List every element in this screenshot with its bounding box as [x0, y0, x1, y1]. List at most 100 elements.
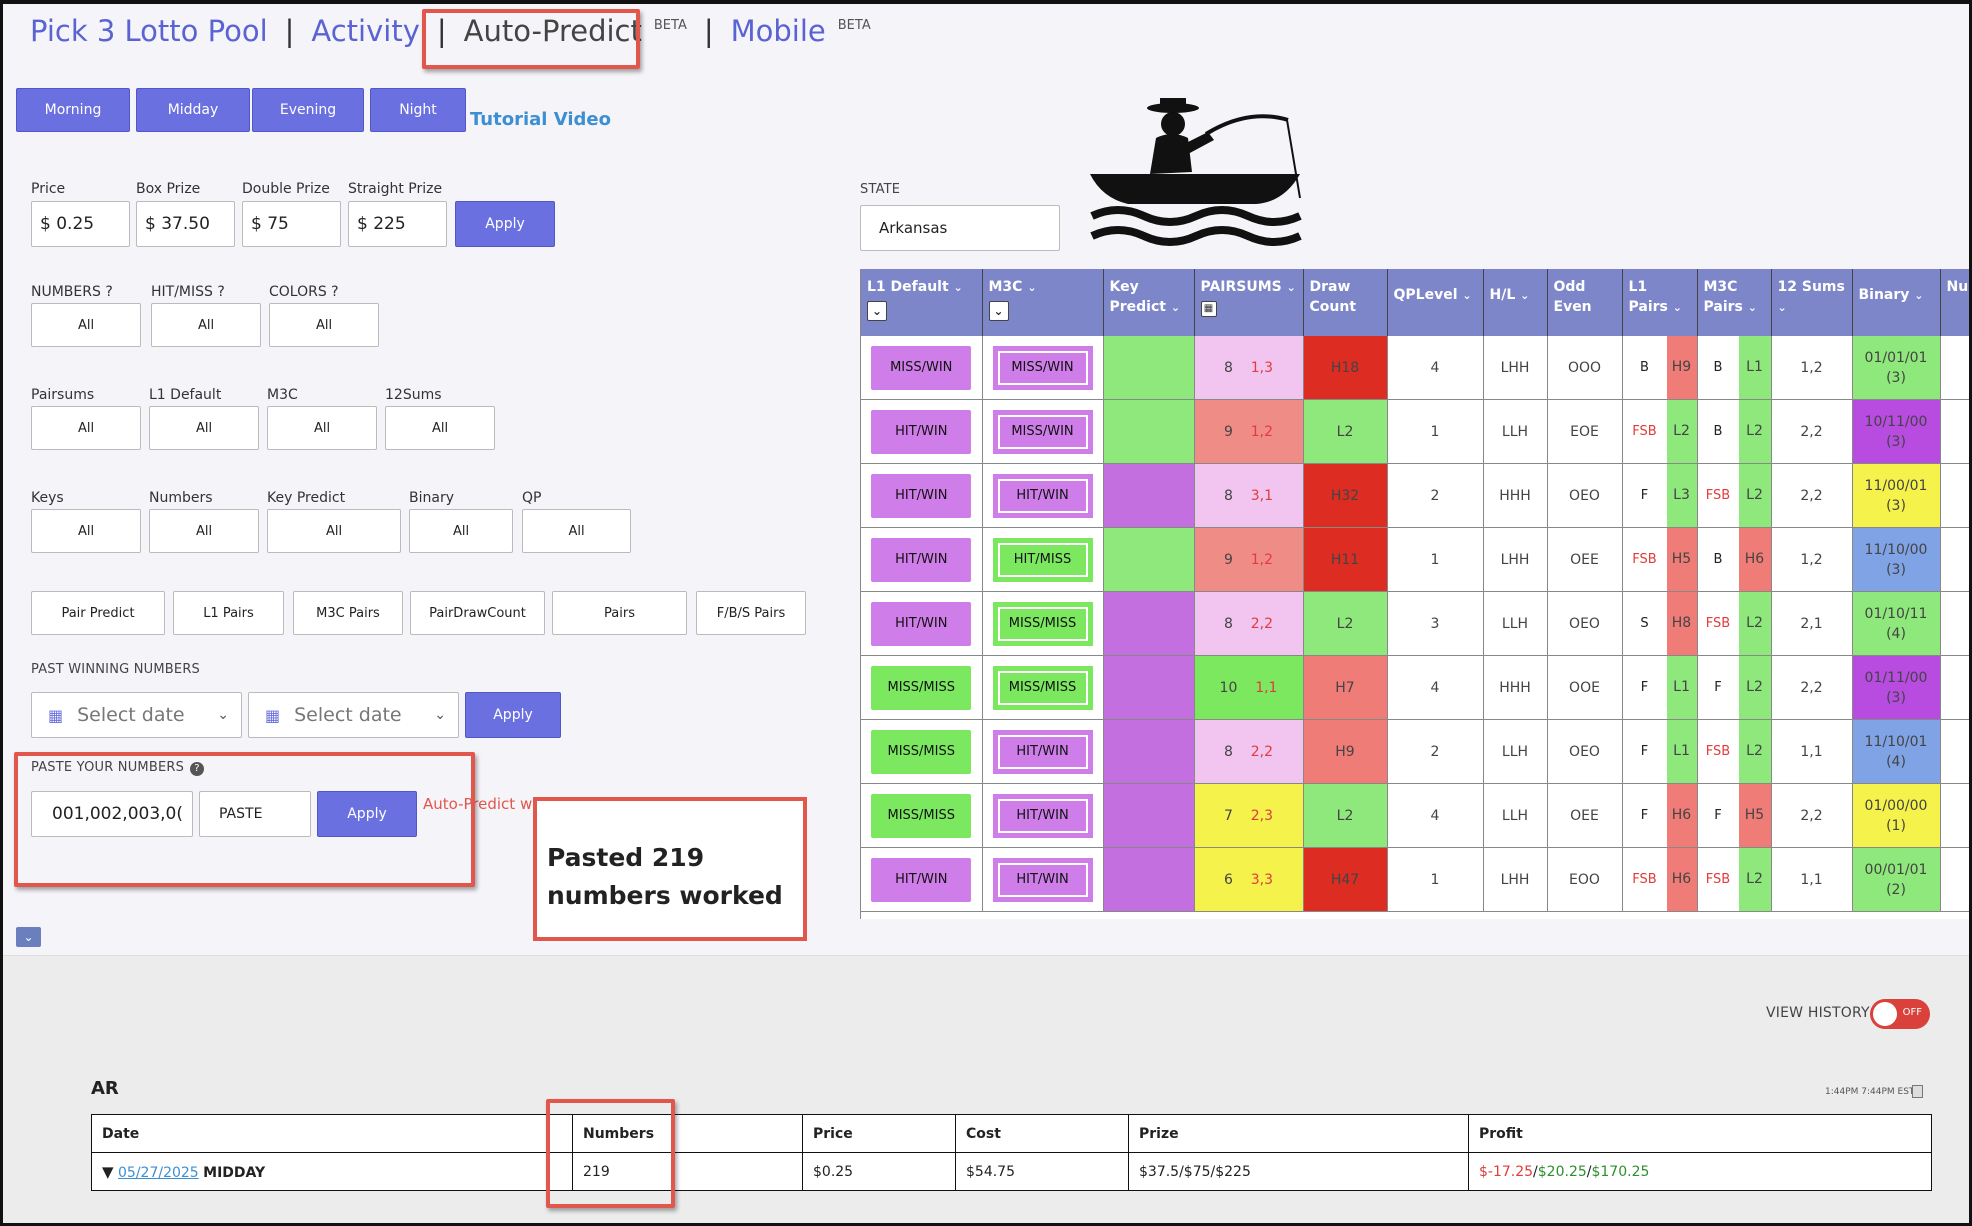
l1-status-pill[interactable]: HIT/WIN [871, 601, 972, 646]
keys-filter[interactable]: All [31, 509, 141, 553]
nav-mobile[interactable]: Mobile [731, 14, 826, 48]
12sums-filter[interactable]: All [385, 406, 495, 450]
binary-cell: 00/01/01 (2) [1852, 847, 1941, 912]
tab-evening[interactable]: Evening [252, 88, 364, 132]
tab-night[interactable]: Night [370, 88, 466, 132]
m3c-pairs-button[interactable]: M3C Pairs [293, 591, 403, 635]
l1-status-pill[interactable]: HIT/WIN [871, 409, 972, 454]
calendar-icon[interactable]: ▦ [1200, 301, 1217, 317]
qplevel-cell: 1 [1387, 847, 1484, 912]
nav-auto-predict[interactable]: Auto-Predict [464, 14, 642, 48]
hitmiss-filter[interactable]: All [151, 303, 261, 347]
col-numbers[interactable]: Nu [1940, 269, 1972, 336]
col-qplevel[interactable]: QPLevel ⌄ [1387, 269, 1484, 336]
pair-predict-button[interactable]: Pair Predict [31, 591, 165, 635]
collapse-chevron-icon[interactable]: ⌄ [16, 927, 41, 947]
col-draw-count[interactable]: Draw Count [1303, 269, 1388, 336]
l1-status-pill[interactable]: HIT/WIN [871, 857, 972, 902]
tutorial-video-link[interactable]: Tutorial Video [470, 109, 611, 130]
price-input[interactable]: $ 0.25 [31, 201, 130, 247]
checkbox-chevron-icon[interactable]: ⌄ [867, 301, 887, 321]
l1-status-pill[interactable]: MISS/MISS [871, 729, 972, 774]
history-date-link[interactable]: 05/27/2025 [118, 1165, 199, 1181]
nav-activity[interactable]: Activity [311, 14, 419, 48]
l1-status-pill[interactable]: MISS/MISS [871, 665, 972, 710]
col-odd-even[interactable]: Odd Even [1547, 269, 1623, 336]
paste-button[interactable]: PASTE [199, 791, 311, 837]
nav-brand[interactable]: Pick 3 Lotto Pool [30, 14, 268, 48]
m3c-status-pill[interactable]: HIT/WIN [992, 793, 1093, 838]
col-m3c-pairs[interactable]: M3C Pairs ⌄ [1697, 269, 1772, 336]
binary-count: (3) [1886, 561, 1906, 578]
help-icon[interactable]: ? [190, 762, 205, 776]
col-key-predict[interactable]: Key Predict ⌄ [1103, 269, 1195, 336]
apply-paste-button[interactable]: Apply [317, 791, 417, 837]
grid-header: L1 Default ⌄ ⌄ M3C ⌄ ⌄ Key Predict ⌄ PAIRS… [861, 269, 1972, 336]
col-pairsums[interactable]: PAIRSUMS ⌄ ▦ [1194, 269, 1304, 336]
l1default-filter[interactable]: All [149, 406, 259, 450]
from-date-picker[interactable]: ▦ Select date ⌄ [31, 692, 242, 738]
m3c-status-text: MISS/WIN [997, 414, 1088, 449]
tab-morning[interactable]: Morning [16, 88, 130, 132]
col-hl[interactable]: H/L ⌄ [1483, 269, 1548, 336]
expand-arrow-icon[interactable]: ▼ [102, 1163, 114, 1181]
copy-icon[interactable] [1912, 1085, 1923, 1098]
col-12-sums[interactable]: 12 Sums ⌄ [1771, 269, 1853, 336]
12-sums-cell: 2,2 [1771, 783, 1853, 848]
l1-status-pill[interactable]: HIT/WIN [871, 537, 972, 582]
double-prize-input[interactable]: $ 75 [242, 201, 341, 247]
col-binary[interactable]: Binary ⌄ [1852, 269, 1941, 336]
numbers2-filter[interactable]: All [149, 509, 259, 553]
l1-pairs-cell: B H9 [1622, 336, 1698, 400]
m3c-status-pill[interactable]: MISS/MISS [992, 601, 1093, 646]
hitmiss-filter-label: HIT/MISS ? [151, 284, 225, 300]
tab-midday[interactable]: Midday [136, 88, 250, 132]
straight-prize-input[interactable]: $ 225 [348, 201, 447, 247]
m3c-status-pill[interactable]: HIT/WIN [992, 857, 1093, 902]
m3c-status-pill[interactable]: MISS/WIN [992, 409, 1093, 454]
pairsums-filter[interactable]: All [31, 406, 141, 450]
m3c-status-pill[interactable]: HIT/WIN [992, 729, 1093, 774]
l1-pairs-button[interactable]: L1 Pairs [173, 591, 284, 635]
m3c-status-pill[interactable]: HIT/WIN [992, 473, 1093, 518]
key-predict-filter[interactable]: All [267, 509, 401, 553]
qp-filter[interactable]: All [522, 509, 631, 553]
paste-numbers-input[interactable]: 001,002,003,0( [31, 791, 193, 837]
l1-status-pill[interactable]: HIT/WIN [871, 473, 972, 518]
pair-draw-count-button[interactable]: PairDrawCount [410, 591, 545, 635]
binary-filter[interactable]: All [409, 509, 513, 553]
numbers-cell [1940, 847, 1972, 912]
apply-prices-button[interactable]: Apply [455, 201, 555, 247]
m3c-status-pill[interactable]: MISS/MISS [992, 665, 1093, 710]
m3c-status-pill[interactable]: HIT/MISS [992, 537, 1093, 582]
history-table: Date Numbers Price Cost Prize Profit ▼ 0… [91, 1114, 1932, 1191]
pairs-button[interactable]: Pairs [552, 591, 687, 635]
pairsums-cell: 8 2,2 [1194, 719, 1304, 784]
numbers-cell [1940, 719, 1972, 784]
to-date-picker[interactable]: ▦ Select date ⌄ [248, 692, 459, 738]
odd-even-cell: OEO [1547, 591, 1623, 656]
apply-dates-button[interactable]: Apply [465, 692, 561, 738]
l1-status-pill[interactable]: MISS/MISS [871, 793, 972, 838]
col-l1-default[interactable]: L1 Default ⌄ ⌄ [861, 269, 983, 336]
l1-status-pill[interactable]: MISS/WIN [871, 345, 972, 390]
history-profit: $-17.25/$20.25/$170.25 [1468, 1152, 1932, 1191]
l1-pair-level: L3 [1666, 464, 1697, 527]
checkbox-chevron-icon[interactable]: ⌄ [988, 301, 1009, 321]
fbs-pairs-button[interactable]: F/B/S Pairs [696, 591, 806, 635]
m3c-pair-level: H6 [1738, 528, 1771, 591]
col-l1-pairs[interactable]: L1 Pairs ⌄ [1622, 269, 1698, 336]
hl-cell: LLH [1483, 719, 1548, 784]
binary-value: 11/10/00 [1864, 541, 1928, 558]
col-m3c[interactable]: M3C ⌄ ⌄ [982, 269, 1104, 336]
numbers-filter[interactable]: All [31, 303, 141, 347]
m3c-filter[interactable]: All [267, 406, 377, 450]
l1default-filter-label: L1 Default [149, 387, 222, 403]
key-predict-cell [1103, 336, 1195, 400]
box-prize-input[interactable]: $ 37.50 [136, 201, 235, 247]
colors-filter[interactable]: All [269, 303, 379, 347]
m3c-status-pill[interactable]: MISS/WIN [992, 345, 1093, 390]
state-select[interactable]: Arkansas [860, 205, 1060, 251]
pairsum-pair: 2,2 [1250, 743, 1273, 760]
view-history-toggle[interactable]: OFF [1870, 999, 1930, 1029]
